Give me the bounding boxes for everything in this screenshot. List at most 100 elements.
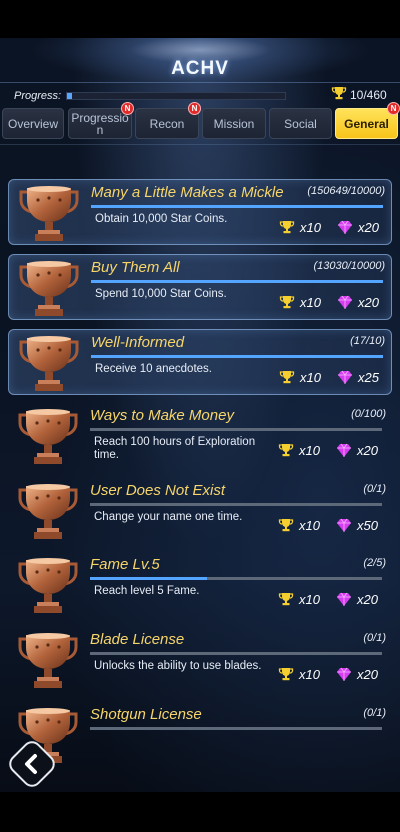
achievement-progress-bar [90,652,382,655]
achievement-row[interactable]: Well-Informed (17/10) Receive 10 anecdotes… [8,329,392,395]
achievement-row[interactable]: Fame Lv.5 (2/5) Reach level 5 Fame. x10 x20 [8,552,392,618]
tab-label: Overview [7,116,58,131]
achievement-description: Reach 100 hours of Exploration time. [94,436,256,461]
progress-bar-fill [67,93,72,99]
achievement-row[interactable]: Shotgun License (0/1) [8,702,392,768]
trophy-reward-amount: x10 [299,518,320,533]
achievement-description: Reach level 5 Fame. [94,585,200,597]
gem-reward: x20 [336,590,386,608]
achievement-description: Obtain 10,000 Star Coins. [95,213,228,225]
trophy-reward: x10 [279,293,329,311]
tab-label: Progression [71,110,129,137]
gem-icon [337,518,351,532]
achievement-progress-fill [91,280,383,283]
tab-general[interactable]: General N [335,102,400,139]
achievement-count: (2/5) [363,557,386,569]
trophy-cup-icon [18,409,78,464]
tabs-divider [0,144,400,145]
gem-icon [338,220,352,234]
trophy-cup-icon [19,261,79,316]
achievement-progress-fill [91,205,383,208]
tab-progression[interactable]: Progression N [68,102,134,139]
achievement-row[interactable]: Blade License (0/1) Unlocks the ability to… [8,627,392,693]
back-icon[interactable] [13,745,51,783]
trophy-cup-icon [19,336,79,391]
gem-icon [337,667,351,681]
achievement-count: (13030/10000) [313,260,385,272]
gem-reward: x20 [337,293,387,311]
achievement-row[interactable]: Ways to Make Money (0/100) Reach 100 hours… [8,403,392,469]
achievement-name: Blade License [90,631,185,648]
achievement-row[interactable]: User Does Not Exist (0/1) Change your name… [8,478,392,544]
trophy-reward: x10 [278,665,328,683]
achievement-description: Receive 10 anecdotes. [95,363,212,375]
achievement-name: Shotgun License [90,706,202,723]
achievement-count: (0/1) [363,483,386,495]
tab-social[interactable]: Social [269,108,332,139]
new-badge: N [188,102,201,115]
new-badge: N [121,102,134,115]
trophy-reward-amount: x10 [300,370,321,385]
trophy-icon [279,221,295,234]
gem-reward-amount: x20 [357,667,378,682]
achievement-progress-bar [91,205,383,208]
achievement-progress-bar [91,280,383,283]
achievement-count: (150649/10000) [307,185,385,197]
category-tabs: Overview Progression N Recon N Mission S… [2,102,400,140]
tab-label: Mission [213,116,255,131]
gem-reward-amount: x25 [358,370,379,385]
achievement-name: Well-Informed [91,334,185,351]
trophy-reward-amount: x10 [300,295,321,310]
achievement-description: Spend 10,000 Star Coins. [95,288,227,300]
achievement-progress-bar [90,727,382,730]
achievement-count: (0/100) [351,408,386,420]
achievement-description: Unlocks the ability to use blades. [94,660,262,672]
new-badge: N [387,102,400,115]
trophy-reward-amount: x10 [299,443,320,458]
achievement-row[interactable]: Many a Little Makes a Mickle (150649/1000… [8,179,392,245]
gem-reward-amount: x20 [358,295,379,310]
gem-icon [337,592,351,606]
header-divider [0,82,400,83]
achievement-progress-bar [90,503,382,506]
tab-overview[interactable]: Overview [2,108,64,139]
page-title: ACHV [171,58,229,79]
bottom-bar [0,792,400,832]
trophy-cup-icon [19,186,79,241]
trophy-reward-amount: x10 [299,667,320,682]
progress-label: Progress: [14,90,62,102]
tab-recon[interactable]: Recon N [135,102,201,139]
achievement-count: (0/1) [363,707,386,719]
achievement-progress-fill [91,355,383,358]
gem-reward: x20 [337,218,387,236]
progress-bar [66,92,286,100]
gem-icon [338,370,352,384]
achievement-name: Buy Them All [91,259,180,276]
gem-icon [337,443,351,457]
trophy-reward: x10 [279,368,329,386]
achievement-description: Change your name one time. [94,511,243,523]
trophy-cup-icon [18,633,78,688]
achievement-progress-bar [90,428,382,431]
trophy-reward: x10 [278,590,328,608]
trophy-icon [278,444,294,457]
achievement-progress-fill [90,577,207,580]
trophy-reward-amount: x10 [300,220,321,235]
trophy-cup-icon [18,558,78,613]
trophy-icon [278,519,294,532]
achievement-name: Many a Little Makes a Mickle [91,184,284,201]
achievement-row[interactable]: Buy Them All (13030/10000) Spend 10,000 St… [8,254,392,320]
trophy-reward: x10 [278,441,328,459]
trophy-icon [278,593,294,606]
trophy-icon [331,87,347,100]
trophy-cup-icon [18,484,78,539]
gem-reward-amount: x20 [357,443,378,458]
gem-icon [338,295,352,309]
trophy-icon [278,668,294,681]
progress-count: 10/460 [350,88,387,102]
trophy-reward: x10 [278,516,328,534]
achievement-name: Ways to Make Money [90,407,234,424]
trophy-icon [279,296,295,309]
gem-reward-amount: x50 [357,518,378,533]
tab-mission[interactable]: Mission [202,108,266,139]
